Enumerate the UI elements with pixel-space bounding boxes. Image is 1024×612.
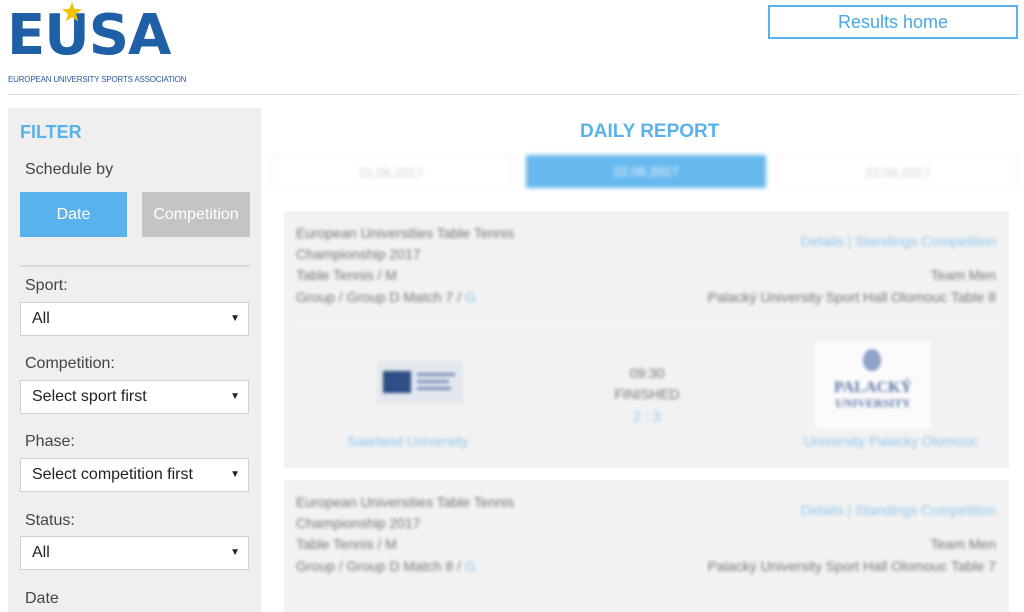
away-logo-line2: UNIVERSITY <box>835 396 911 410</box>
team-home-logo <box>377 361 463 403</box>
daily-report-title: DAILY REPORT <box>580 121 720 142</box>
status-label: Status: <box>25 512 75 529</box>
schedule-by-label: Schedule by <box>25 161 114 178</box>
status-select[interactable]: All ▼ <box>20 536 249 570</box>
match-score[interactable]: 2 : 3 <box>604 408 690 424</box>
team-away-logo: PALACKÝ UNIVERSITY <box>815 341 931 429</box>
phase-select-value: Select competition first <box>32 466 193 483</box>
filter-title: FILTER <box>20 122 82 142</box>
match-category: Team Men <box>930 536 996 552</box>
match-group: Group / Group D Match 7 / G <box>296 289 476 305</box>
match-links[interactable]: Details | Standings Competition <box>801 233 996 249</box>
match-group-text: Group / Group D Match 8 / <box>296 558 461 574</box>
schedule-date-button[interactable]: Date <box>20 192 127 237</box>
chevron-down-icon: ▼ <box>230 313 240 324</box>
match-links[interactable]: Details | Standings Competition <box>801 502 996 518</box>
chevron-down-icon: ▼ <box>230 391 240 402</box>
sport-select[interactable]: All ▼ <box>20 302 249 336</box>
competition-select-value: Select sport first <box>32 388 147 405</box>
date-tab-next[interactable]: 23.06.2017 <box>778 155 1018 188</box>
match-card: European Universities Table Tennis Champ… <box>284 211 1009 468</box>
eusa-logo[interactable]: EUSA EUROPEAN UNIVERSITY SPORTS ASSOCIAT… <box>7 2 207 88</box>
match-competition: European Universities Table Tennis Champ… <box>296 494 515 531</box>
schedule-competition-button[interactable]: Competition <box>142 192 250 237</box>
phase-label: Phase: <box>25 433 75 450</box>
crest-icon <box>863 349 881 371</box>
logo-subtitle: EUROPEAN UNIVERSITY SPORTS ASSOCIATION <box>8 75 187 84</box>
match-category: Team Men <box>930 267 996 283</box>
team-away-name[interactable]: University Palacky Olomouc <box>804 433 978 449</box>
match-card: European Universities Table Tennis Champ… <box>284 480 1009 612</box>
match-venue: Palacký University Sport Hall Olomouc Ta… <box>707 289 996 305</box>
phase-select[interactable]: Select competition first ▼ <box>20 458 249 492</box>
match-status: FINISHED <box>614 386 680 402</box>
match-group-link[interactable]: G <box>465 558 476 574</box>
team-home-name[interactable]: Saarland University <box>347 433 468 449</box>
status-select-value: All <box>32 544 50 561</box>
match-time: 09:30 <box>629 365 665 381</box>
chevron-down-icon: ▼ <box>230 469 240 480</box>
card-divider <box>296 324 997 326</box>
date-tab-prev[interactable]: 21.06.2017 <box>271 155 511 188</box>
match-group-text: Group / Group D Match 7 / <box>296 289 461 305</box>
header-divider <box>8 94 1020 95</box>
date-tab-current[interactable]: 22.06.2017 <box>526 155 766 188</box>
competition-select[interactable]: Select sport first ▼ <box>20 380 249 414</box>
star-icon <box>62 2 82 22</box>
competition-label: Competition: <box>25 355 115 372</box>
sport-select-value: All <box>32 310 50 327</box>
logo-wordmark: EUSA <box>7 3 171 68</box>
match-sport: Table Tennis / M <box>296 536 397 552</box>
match-group-link[interactable]: G <box>465 289 476 305</box>
match-venue: Palacký University Sport Hall Olomouc Ta… <box>707 558 996 574</box>
chevron-down-icon: ▼ <box>230 547 240 558</box>
match-sport: Table Tennis / M <box>296 267 397 283</box>
match-competition: European Universities Table Tennis Champ… <box>296 225 515 262</box>
away-logo-line1: PALACKÝ <box>834 379 912 396</box>
filter-sidebar: FILTER Schedule by Date Competition Spor… <box>8 108 261 612</box>
match-group: Group / Group D Match 8 / G <box>296 558 476 574</box>
sidebar-divider <box>20 265 250 267</box>
results-home-button[interactable]: Results home <box>768 5 1018 39</box>
sport-label: Sport: <box>25 277 68 294</box>
date-label: Date <box>25 590 59 607</box>
